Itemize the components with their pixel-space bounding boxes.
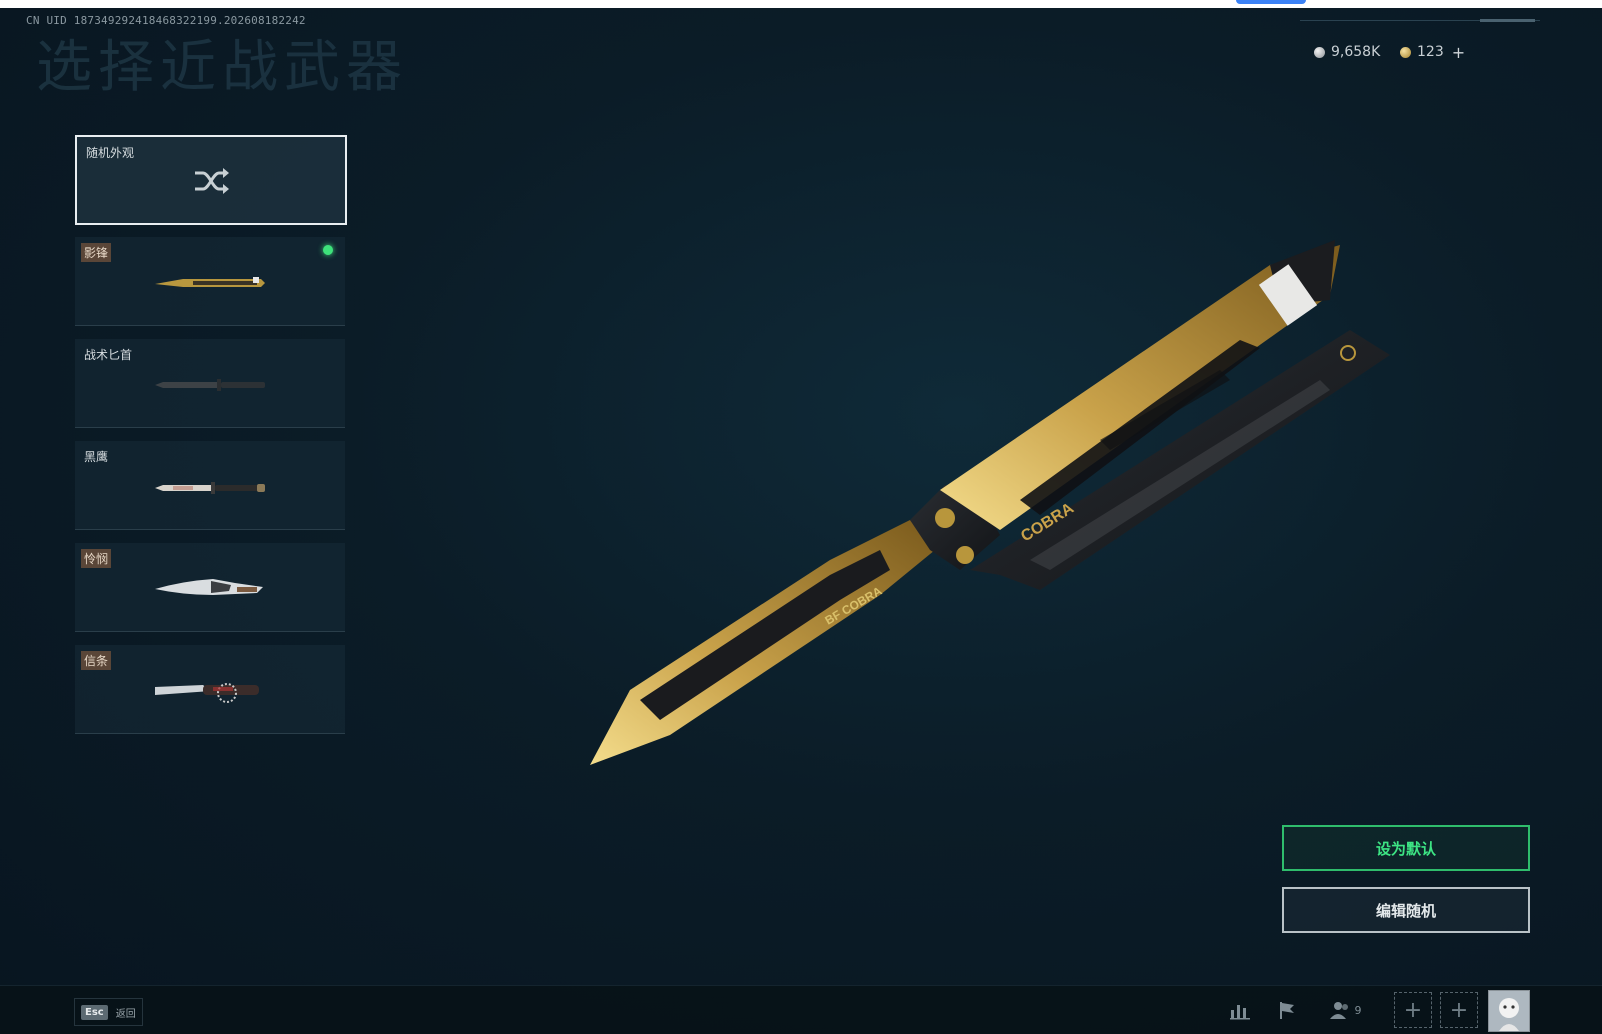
gold-coin-icon (1400, 46, 1411, 58)
card-mercy[interactable]: 怜悯 (75, 543, 345, 632)
silver-value: 9,658K (1331, 44, 1381, 60)
avatar-image (1489, 991, 1529, 1031)
set-default-button[interactable]: 设为默认 (1282, 825, 1530, 871)
creed-knife-thumb (155, 683, 259, 703)
squad-count: 9 (1354, 1003, 1362, 1017)
card-black-eagle[interactable]: 黑鹰 (75, 441, 345, 530)
add-squad-slot-2[interactable]: + (1440, 992, 1478, 1028)
card-name: 信条 (81, 651, 112, 670)
card-name: 战术匕首 (84, 348, 133, 362)
top-indicator (1236, 0, 1306, 4)
esc-key-badge: Esc (81, 1004, 108, 1020)
page-title: 选择近战武器 (36, 35, 408, 100)
add-currency-button[interactable]: + (1452, 43, 1465, 62)
card-name: 黑鹰 (84, 450, 109, 464)
squad-button[interactable]: 9 (1320, 992, 1370, 1028)
silver-coin-icon (1314, 46, 1325, 58)
bar-chart-icon (1230, 1005, 1250, 1020)
butterfly-knife-preview: BF COBRA COBRA (590, 240, 1390, 765)
stats-button[interactable] (1218, 992, 1262, 1028)
card-name: 随机外观 (86, 146, 135, 160)
card-name: 影锋 (81, 243, 112, 262)
silver-currency: 9,658K (1314, 40, 1380, 64)
top-divider-accent (1480, 19, 1535, 22)
card-tactical-dagger[interactable]: 战术匕首 (75, 339, 345, 428)
people-icon (1329, 1002, 1348, 1019)
avatar[interactable] (1488, 990, 1530, 1032)
gold-value: 123 (1417, 44, 1444, 60)
gold-currency[interactable]: 123 + (1400, 40, 1465, 64)
back-label: 返回 (115, 1008, 136, 1020)
flag-icon (1280, 1002, 1294, 1019)
bottom-bar: Esc 返回 9 + + (0, 985, 1602, 1034)
browser-top-strip (0, 0, 1602, 8)
black-eagle-thumb (155, 482, 265, 494)
card-yingfeng[interactable]: 影锋 (75, 237, 345, 326)
card-creed[interactable]: 信条 (75, 645, 345, 734)
card-name: 怜悯 (81, 549, 112, 568)
missions-button[interactable] (1266, 992, 1310, 1028)
card-random-skin[interactable]: 随机外观 (75, 135, 347, 225)
equipped-indicator (323, 245, 333, 255)
edit-random-button[interactable]: 编辑随机 (1282, 887, 1530, 933)
back-button[interactable]: Esc 返回 (74, 998, 143, 1026)
add-squad-slot-1[interactable]: + (1394, 992, 1432, 1028)
shuffle-icon (195, 168, 229, 194)
butterfly-knife-thumb (155, 277, 265, 287)
tactical-dagger-thumb (155, 379, 265, 391)
mercy-knife-thumb (155, 579, 263, 595)
